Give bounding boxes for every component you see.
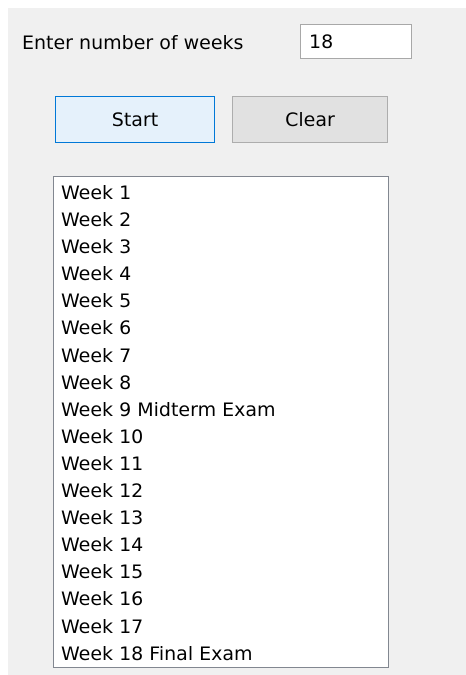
list-item[interactable]: Week 3 xyxy=(54,234,388,261)
app-window: Enter number of weeks Start Clear Week 1… xyxy=(8,8,466,675)
list-item[interactable]: Week 11 xyxy=(54,451,388,478)
list-item[interactable]: Week 15 xyxy=(54,559,388,586)
list-item[interactable]: Week 7 xyxy=(54,343,388,370)
list-item[interactable]: Week 10 xyxy=(54,424,388,451)
start-button[interactable]: Start xyxy=(55,96,215,143)
list-item[interactable]: Week 8 xyxy=(54,370,388,397)
start-button-label: Start xyxy=(111,108,159,131)
list-item[interactable]: Week 18 Final Exam xyxy=(54,641,388,667)
list-item[interactable]: Week 6 xyxy=(54,315,388,342)
list-item[interactable]: Week 5 xyxy=(54,288,388,315)
clear-button[interactable]: Clear xyxy=(232,96,388,143)
list-item[interactable]: Week 14 xyxy=(54,532,388,559)
list-item[interactable]: Week 16 xyxy=(54,586,388,613)
list-item[interactable]: Week 1 xyxy=(54,180,388,207)
list-item[interactable]: Week 13 xyxy=(54,505,388,532)
list-item[interactable]: Week 12 xyxy=(54,478,388,505)
weeks-input[interactable] xyxy=(300,24,412,59)
clear-button-label: Clear xyxy=(285,108,335,131)
week-list[interactable]: Week 1 Week 2 Week 3 Week 4 Week 5 Week … xyxy=(53,176,389,668)
weeks-label: Enter number of weeks xyxy=(22,32,244,54)
list-item[interactable]: Week 9 Midterm Exam xyxy=(54,397,388,424)
list-item[interactable]: Week 4 xyxy=(54,261,388,288)
list-item[interactable]: Week 2 xyxy=(54,207,388,234)
list-item[interactable]: Week 17 xyxy=(54,614,388,641)
